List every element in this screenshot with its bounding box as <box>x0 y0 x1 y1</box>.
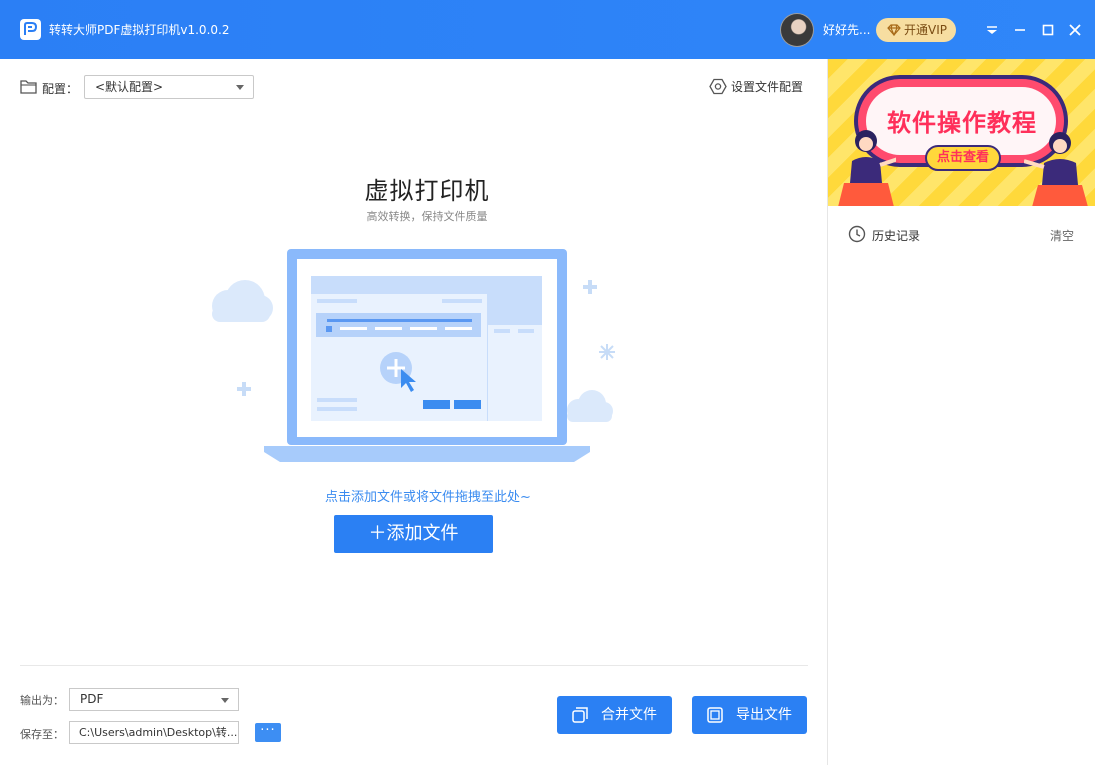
config-select[interactable]: <默认配置> <box>84 75 254 99</box>
sparkle-icon <box>599 344 615 360</box>
merge-files-label: 合并文件 <box>601 707 657 723</box>
title-bar: 转转大师PDF虚拟打印机v1.0.0.2 好好先... 开通VIP <box>0 0 1095 59</box>
girl-figure-icon <box>838 130 896 206</box>
output-format-label: 输出为： <box>20 694 64 707</box>
config-label: 配置： <box>42 82 79 96</box>
file-config-link[interactable]: 设置文件配置 <box>709 78 803 95</box>
export-icon <box>707 707 723 723</box>
save-path-field[interactable]: C:\Users\admin\Desktop\转... <box>69 721 239 744</box>
output-format-value: PDF <box>80 692 104 706</box>
export-files-button[interactable]: 导出文件 <box>692 696 807 734</box>
settings-hex-icon <box>709 78 727 95</box>
config-selected-value: <默认配置> <box>95 80 164 94</box>
clock-icon <box>848 225 866 243</box>
browse-button[interactable]: ··· <box>255 723 281 742</box>
tutorial-banner[interactable]: 软件操作教程 点击查看 <box>828 59 1095 206</box>
laptop-illustration[interactable] <box>200 240 620 470</box>
close-icon[interactable] <box>1064 19 1086 41</box>
vip-label: 开通VIP <box>904 23 947 37</box>
chevron-down-icon <box>221 698 229 703</box>
plus-decoration-icon <box>583 280 597 294</box>
app-title: 转转大师PDF虚拟打印机v1.0.0.2 <box>49 23 230 37</box>
app-logo-icon <box>20 19 41 40</box>
page-subtitle: 高效转换，保持文件质量 <box>366 210 488 223</box>
save-location-label: 保存至： <box>20 728 64 741</box>
page-title: 虚拟打印机 <box>364 177 490 205</box>
avatar[interactable] <box>780 13 814 47</box>
export-files-label: 导出文件 <box>736 707 792 723</box>
chevron-down-icon <box>236 85 244 90</box>
merge-icon <box>572 707 588 723</box>
right-panel: 软件操作教程 点击查看 历史记录 清空 <box>827 59 1095 765</box>
drop-hint[interactable]: 点击添加文件或将文件拖拽至此处~ <box>260 486 596 505</box>
banner-view-button[interactable]: 点击查看 <box>925 145 1001 171</box>
cloud-icon <box>567 390 613 422</box>
plus-decoration-icon <box>237 382 251 396</box>
cloud-icon <box>212 280 273 322</box>
dropdown-icon[interactable] <box>981 19 1003 41</box>
open-vip-button[interactable]: 开通VIP <box>876 18 956 42</box>
merge-files-button[interactable]: 合并文件 <box>557 696 672 734</box>
minimize-icon[interactable] <box>1009 19 1031 41</box>
user-name[interactable]: 好好先... <box>823 21 870 38</box>
clear-history-button[interactable]: 清空 <box>1050 227 1074 244</box>
diamond-icon <box>887 24 901 36</box>
folder-icon <box>20 80 37 94</box>
history-label: 历史记录 <box>872 229 921 243</box>
boy-figure-icon <box>1024 132 1088 206</box>
file-config-label: 设置文件配置 <box>731 80 804 94</box>
divider <box>20 665 808 666</box>
add-file-button[interactable]: ＋添加文件 <box>334 515 493 553</box>
output-format-select[interactable]: PDF <box>69 688 239 711</box>
maximize-icon[interactable] <box>1037 19 1059 41</box>
